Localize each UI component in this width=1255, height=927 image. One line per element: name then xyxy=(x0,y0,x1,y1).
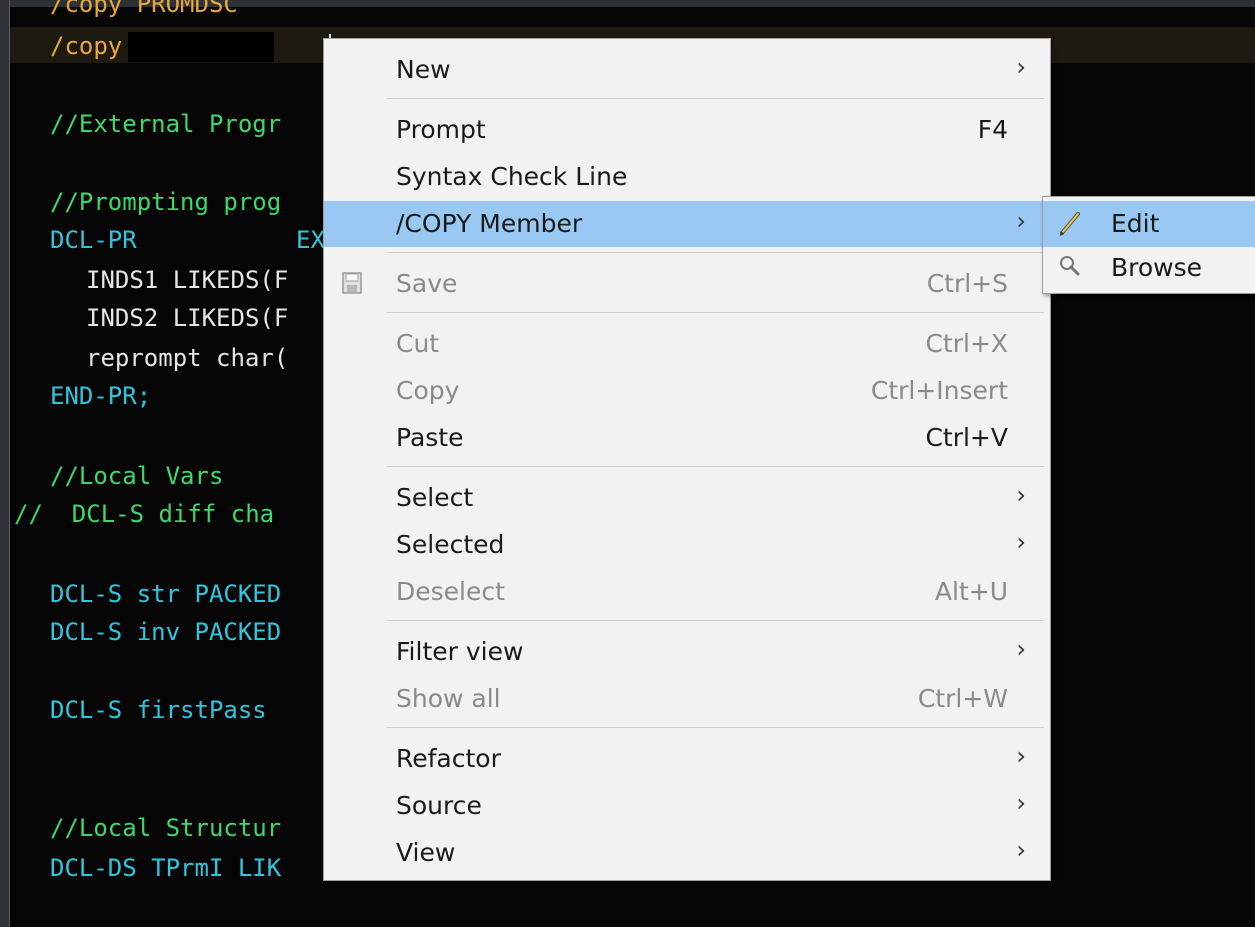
menu-item-paste[interactable]: Paste Ctrl+V xyxy=(324,415,1050,461)
menu-separator xyxy=(387,312,1044,313)
code-line-comment-local-vars[interactable]: //Local Vars xyxy=(50,458,223,494)
code-line-inds2[interactable]: INDS2 LIKEDS(F xyxy=(86,300,288,336)
code-line-dcl-pr[interactable]: DCL-PR xyxy=(50,222,137,258)
submenu-item-browse[interactable]: Browse xyxy=(1043,245,1255,291)
code-line-dcl-s-str[interactable]: DCL-S str PACKED xyxy=(50,576,281,612)
menu-item-show-all[interactable]: Show all Ctrl+W xyxy=(324,676,1050,722)
window-left-border xyxy=(0,0,9,927)
menu-item-label: Copy xyxy=(396,376,460,405)
code-line-reprompt[interactable]: reprompt char( xyxy=(86,340,288,376)
code-line-comment-prompting[interactable]: //Prompting prog xyxy=(50,184,281,220)
chevron-right-icon: › xyxy=(1016,789,1026,817)
menu-item-shortcut: Ctrl+S xyxy=(926,269,1008,298)
menu-item-label: Selected xyxy=(396,530,505,559)
menu-item-selected[interactable]: Selected › xyxy=(324,522,1050,568)
chevron-right-icon: › xyxy=(1016,528,1026,556)
menu-item-shortcut: Ctrl+X xyxy=(925,329,1008,358)
code-line-comment-local-structures[interactable]: //Local Structur xyxy=(50,810,281,846)
menu-item-shortcut: Alt+U xyxy=(934,577,1008,606)
menu-item-label: Source xyxy=(396,791,482,820)
menu-separator xyxy=(387,727,1044,728)
code-line-comment-external[interactable]: //External Progr xyxy=(50,106,281,142)
menu-item-deselect[interactable]: Deselect Alt+U xyxy=(324,569,1050,615)
menu-item-copy[interactable]: Copy Ctrl+Insert xyxy=(324,368,1050,414)
context-menu: New › Prompt F4 Syntax Check Line /COPY … xyxy=(323,38,1051,881)
menu-item-label: Filter view xyxy=(396,637,524,666)
code-line-comment-dcl-s-diff[interactable]: // DCL-S diff cha xyxy=(14,496,274,532)
menu-item-label: Syntax Check Line xyxy=(396,162,628,191)
copy-directive: /copy xyxy=(50,32,123,60)
code-line-dcl-pr-ext[interactable]: EX xyxy=(296,222,325,258)
menu-item-source[interactable]: Source › xyxy=(324,783,1050,829)
code-line-end-pr[interactable]: END-PR; xyxy=(50,378,151,414)
chevron-right-icon: › xyxy=(1016,53,1026,81)
chevron-right-icon: › xyxy=(1016,742,1026,770)
menu-item-label: Refactor xyxy=(396,744,501,773)
menu-separator xyxy=(387,466,1044,467)
magnifier-icon xyxy=(1060,256,1080,276)
menu-item-filter-view[interactable]: Filter view › xyxy=(324,629,1050,675)
menu-item-prompt[interactable]: Prompt F4 xyxy=(324,107,1050,153)
submenu-item-label: Browse xyxy=(1111,253,1203,282)
chevron-right-icon: › xyxy=(1016,481,1026,509)
submenu-item-label: Edit xyxy=(1111,209,1160,238)
pencil-icon xyxy=(1060,212,1080,236)
menu-item-shortcut: F4 xyxy=(977,115,1008,144)
redacted-member-name xyxy=(128,32,275,62)
menu-separator xyxy=(387,98,1044,99)
chevron-right-icon: › xyxy=(1016,635,1026,663)
code-line-copy[interactable]: /copy xyxy=(50,28,275,64)
code-line-inds1[interactable]: INDS1 LIKEDS(F xyxy=(86,262,288,298)
chevron-right-icon: › xyxy=(1016,207,1026,235)
save-icon xyxy=(342,272,362,294)
menu-item-syntax-check-line[interactable]: Syntax Check Line xyxy=(324,154,1050,200)
menu-item-label: Prompt xyxy=(396,115,486,144)
menu-item-label: New xyxy=(396,55,451,84)
menu-item-label: Select xyxy=(396,483,474,512)
menu-item-label: Show all xyxy=(396,684,501,713)
menu-separator xyxy=(387,252,1044,253)
code-line-dcl-s-inv[interactable]: DCL-S inv PACKED xyxy=(50,614,281,650)
menu-item-new[interactable]: New › xyxy=(324,47,1050,93)
menu-item-label: Cut xyxy=(396,329,440,358)
menu-item-copy-member[interactable]: /COPY Member › xyxy=(324,201,1050,247)
menu-item-cut[interactable]: Cut Ctrl+X xyxy=(324,321,1050,367)
menu-item-label: Deselect xyxy=(396,577,505,606)
code-line-copy-promdsc[interactable]: /copy PROMDSC xyxy=(50,0,238,22)
menu-item-shortcut: Ctrl+V xyxy=(925,423,1008,452)
menu-item-select[interactable]: Select › xyxy=(324,475,1050,521)
code-line-dcl-s-firstpass[interactable]: DCL-S firstPass xyxy=(50,692,267,728)
code-line-dcl-ds[interactable]: DCL-DS TPrmI LIK xyxy=(50,850,281,886)
menu-item-label: View xyxy=(396,838,456,867)
menu-item-label: /COPY Member xyxy=(396,209,583,238)
menu-item-save[interactable]: Save Ctrl+S xyxy=(324,261,1050,307)
menu-item-view[interactable]: View › xyxy=(324,830,1050,876)
menu-item-label: Paste xyxy=(396,423,464,452)
submenu-item-edit[interactable]: Edit xyxy=(1043,201,1255,247)
menu-item-shortcut: Ctrl+W xyxy=(917,684,1008,713)
menu-item-shortcut: Ctrl+Insert xyxy=(870,376,1008,405)
menu-item-refactor[interactable]: Refactor › xyxy=(324,736,1050,782)
menu-separator xyxy=(387,620,1044,621)
menu-item-label: Save xyxy=(396,269,458,298)
copy-member-submenu: Edit Browse xyxy=(1042,196,1255,294)
chevron-right-icon: › xyxy=(1016,836,1026,864)
